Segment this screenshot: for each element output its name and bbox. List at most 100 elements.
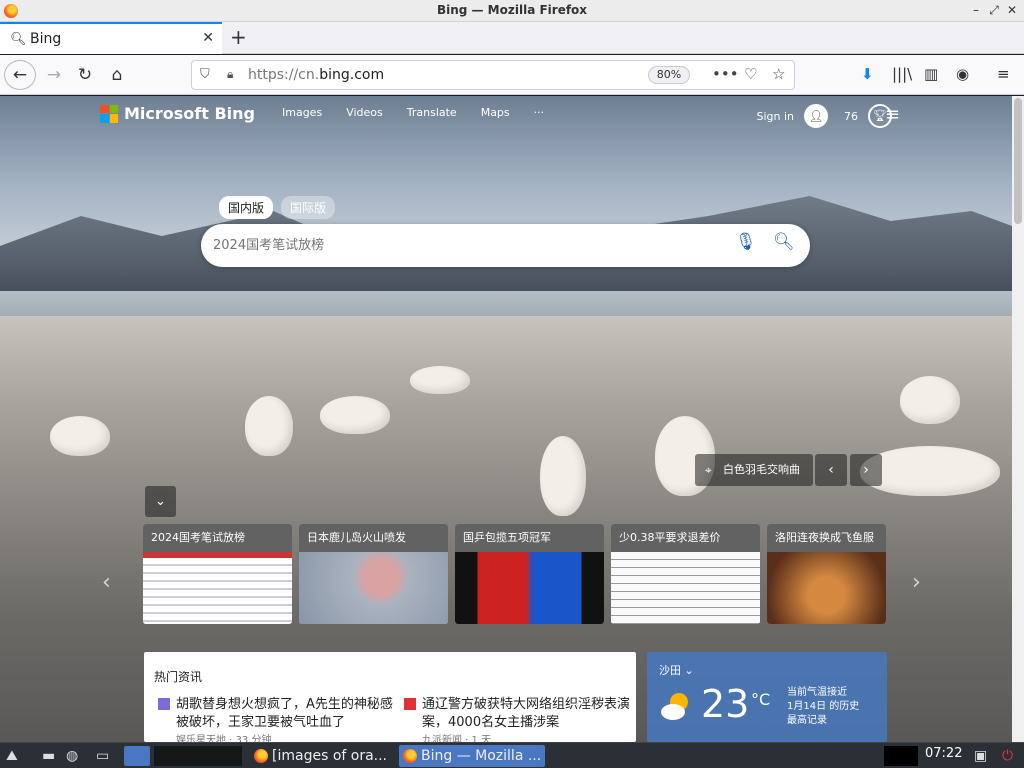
network-icon[interactable]: ▣ <box>974 746 987 766</box>
trending-card[interactable]: 洛阳连夜换成飞鱼服 <box>767 524 886 624</box>
trending-card[interactable]: 2024国考笔试放榜 <box>143 524 292 624</box>
weather-widget[interactable]: 沙田 ⌄ 23 °C 当前气温接近 1月14日 的历史 最高记录 <box>647 652 887 742</box>
weather-record-note[interactable]: 当前气温接近 1月14日 的历史 最高记录 <box>787 686 883 728</box>
close-tab-icon[interactable]: ✕ <box>202 30 214 46</box>
tab-bing[interactable]: 🔍︎ Bing ✕ <box>0 22 222 54</box>
show-desktop-icon[interactable]: ▬ <box>42 746 55 766</box>
bing-nav: Images Videos Translate Maps ··· <box>282 106 544 119</box>
rewards-points[interactable]: 76 <box>844 110 858 123</box>
news-item[interactable]: 胡歌替身想火想疯了，A先生的神秘感被破坏，王家卫要被气吐血了 娱乐星天地 · 3… <box>158 696 396 742</box>
nav-videos[interactable]: Videos <box>346 106 383 119</box>
swan-image <box>900 376 960 424</box>
image-caption[interactable]: ⌖ 白色羽毛交响曲 <box>695 454 813 486</box>
search-icon: 🔍︎ <box>10 32 27 47</box>
partly-cloudy-icon <box>659 688 695 724</box>
card-image <box>611 552 760 624</box>
microsoft-logo-icon <box>100 104 118 123</box>
card-title: 洛阳连夜换成飞鱼服 <box>767 524 886 552</box>
maximize-icon[interactable]: ⤢ <box>988 2 1000 18</box>
library-icon[interactable]: |||\ <box>892 65 912 83</box>
weather-city[interactable]: 沙田 ⌄ <box>659 662 694 678</box>
lock-icon[interactable]: 🔒︎ <box>227 67 233 82</box>
user-avatar-icon[interactable]: 👤︎ <box>804 104 828 128</box>
url-text[interactable]: https://cn.bing.com <box>248 67 384 83</box>
nav-maps[interactable]: Maps <box>481 106 510 119</box>
new-tab-button[interactable]: + <box>230 26 247 48</box>
news-source-icon <box>158 698 170 710</box>
trending-cards: 2024国考笔试放榜 日本鹿儿岛火山喷发 国乒包揽五项冠军 少0.38平要求退差… <box>143 524 886 624</box>
hot-news-panel: 热门资讯 胡歌替身想火想疯了，A先生的神秘感被破坏，王家卫要被气吐血了 娱乐星天… <box>144 652 636 742</box>
nav-more[interactable]: ··· <box>534 106 545 119</box>
zoom-badge[interactable]: 80% <box>648 66 690 84</box>
card-title: 2024国考笔试放榜 <box>143 524 292 552</box>
firefox-icon <box>403 749 417 763</box>
close-icon[interactable]: ✕ <box>1006 2 1018 18</box>
collapse-button[interactable]: ⌄ <box>145 486 176 517</box>
bing-account: Sign in 👤︎ 76 🏆︎ <box>756 104 892 128</box>
swan-image <box>320 396 390 434</box>
workspace-switcher[interactable] <box>154 746 242 766</box>
nav-translate[interactable]: Translate <box>407 106 457 119</box>
carousel-next-icon[interactable]: › <box>912 570 921 595</box>
carousel-prev-icon[interactable]: ‹ <box>102 570 111 595</box>
system-monitor <box>884 746 918 766</box>
bookmark-star-icon[interactable]: ☆ <box>772 65 785 83</box>
hamburger-menu-icon[interactable]: ≡ <box>885 104 900 125</box>
back-button[interactable]: ← <box>4 60 36 90</box>
file-manager-icon[interactable]: ▭ <box>96 746 109 766</box>
microphone-icon[interactable]: 🎙︎ <box>735 232 757 252</box>
bing-logo[interactable]: Microsoft Bing <box>100 104 255 123</box>
firefox-launcher-icon[interactable] <box>124 746 150 766</box>
page-actions-icon[interactable]: ••• <box>712 65 739 83</box>
clock: 07:22 <box>925 746 963 761</box>
navigation-bar: ← → ↻ ⌂ ⛉ 🔒︎ https://cn.bing.com 80% •••… <box>0 55 1024 95</box>
taskbar-item-bing[interactable]: Bing — Mozilla ... <box>399 745 545 767</box>
taskbar: ⛰ ▬ ◍ ▭ [images of ora... Bing — Mozilla… <box>0 742 1024 768</box>
shield-icon[interactable]: ⛉ <box>200 67 210 82</box>
trending-card[interactable]: 日本鹿儿岛火山喷发 <box>299 524 448 624</box>
forward-button[interactable]: → <box>42 63 66 87</box>
caption-text: 白色羽毛交响曲 <box>723 463 800 476</box>
power-icon[interactable]: ⏻ <box>1002 746 1013 766</box>
news-meta: 娱乐星天地 · 33 分钟 <box>176 735 272 742</box>
nav-images[interactable]: Images <box>282 106 322 119</box>
scope-international[interactable]: 国际版 <box>281 196 336 219</box>
search-input[interactable] <box>213 234 713 256</box>
pocket-icon[interactable]: ♡ <box>744 65 757 83</box>
card-image <box>455 552 604 624</box>
search-icon[interactable]: 🔍︎ <box>773 232 795 252</box>
card-image <box>767 552 886 624</box>
account-icon[interactable]: ◉ <box>956 65 969 83</box>
minimize-icon[interactable]: – <box>970 2 982 18</box>
bing-header: Microsoft Bing Images Videos Translate M… <box>0 96 1012 132</box>
card-image <box>299 552 448 624</box>
start-menu-icon[interactable]: ⛰ <box>6 746 18 766</box>
firefox-icon <box>254 749 268 763</box>
sign-in-link[interactable]: Sign in <box>756 110 794 123</box>
vertical-scrollbar[interactable] <box>1012 96 1024 742</box>
tab-bar: 🔍︎ Bing ✕ + <box>0 22 1024 54</box>
news-item[interactable]: 通辽警方破获特大网络组织淫秽表演案，4000名女主播涉案 九派新闻 · 1 天 <box>404 696 642 742</box>
downloads-icon[interactable]: ⬇ <box>861 65 874 83</box>
sidebar-icon[interactable]: ▥ <box>924 65 938 83</box>
next-image-button[interactable]: › <box>850 454 882 486</box>
bing-homepage: Microsoft Bing Images Videos Translate M… <box>0 96 1012 742</box>
home-button[interactable]: ⌂ <box>105 63 129 87</box>
scrollbar-thumb[interactable] <box>1014 98 1022 224</box>
scope-domestic[interactable]: 国内版 <box>219 196 274 219</box>
news-headline: 胡歌替身想火想疯了，A先生的神秘感被破坏，王家卫要被气吐血了 <box>176 697 393 730</box>
url-bar[interactable]: ⛉ 🔒︎ https://cn.bing.com 80% ••• ♡ ☆ <box>191 60 795 90</box>
trending-card[interactable]: 国乒包揽五项冠军 <box>455 524 604 624</box>
tab-label: Bing <box>30 31 62 47</box>
news-headline: 通辽警方破获特大网络组织淫秽表演案，4000名女主播涉案 <box>422 697 631 730</box>
browser-launcher-icon[interactable]: ◍ <box>66 746 78 766</box>
swan-image <box>540 436 586 516</box>
trending-card[interactable]: 少0.38平要求退差价 <box>611 524 760 624</box>
location-pin-icon: ⌖ <box>705 463 712 477</box>
taskbar-item-images[interactable]: [images of ora... <box>250 745 394 767</box>
previous-image-button[interactable]: ‹ <box>815 454 847 486</box>
menu-icon[interactable]: ≡ <box>997 65 1010 83</box>
swan-image <box>410 366 470 394</box>
reload-button[interactable]: ↻ <box>73 63 97 87</box>
news-source-icon <box>404 698 416 710</box>
